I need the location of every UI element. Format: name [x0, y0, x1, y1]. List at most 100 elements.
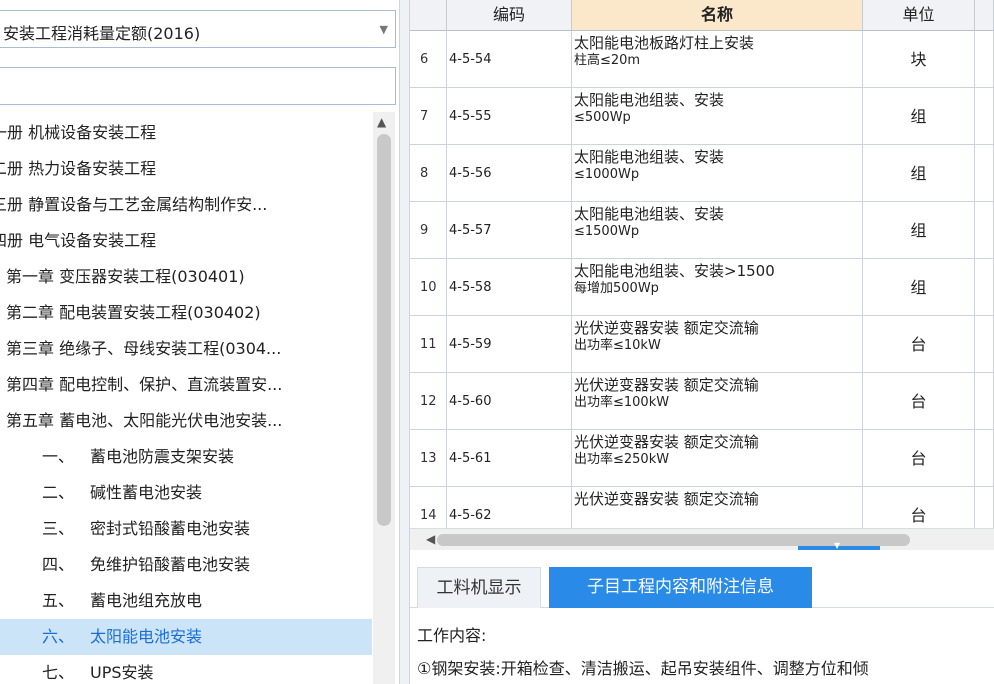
chapter-tree: 一册 机械设备安装工程 二册 热力设备安装工程 三册 静置设备与工艺金属结构制作…	[0, 115, 372, 684]
grid-horizontal-scrollbar[interactable]: ◀ ▼	[410, 528, 994, 551]
name-line-1: 光伏逆变器安装 额定交流输	[574, 433, 759, 451]
table-row[interactable]: 10 4-5-58 太阳能电池组装、安装>1500 每增加500Wp 组	[410, 259, 994, 316]
tree-item-label: 蓄电池组充放电	[90, 591, 203, 610]
tree-item-volume-1[interactable]: 一册 机械设备安装工程	[0, 115, 372, 151]
table-row[interactable]: 6 4-5-54 太阳能电池板路灯柱上安装 柱高≤20m 块	[410, 31, 994, 88]
table-row[interactable]: 12 4-5-60 光伏逆变器安装 额定交流输 出功率≤100kW 台	[410, 373, 994, 430]
cell-extra	[975, 202, 994, 259]
tree-item-number: 一、	[42, 447, 75, 466]
cell-extra	[975, 259, 994, 316]
table-row[interactable]: 13 4-5-61 光伏逆变器安装 额定交流输 出功率≤250kW 台	[410, 430, 994, 487]
tree-item-number: 五、	[42, 591, 75, 610]
cell-unit: 组	[863, 259, 975, 316]
tree-item-section-6-selected[interactable]: 六、 太阳能电池安装	[0, 619, 372, 655]
tree-item-label: 密封式铅酸蓄电池安装	[90, 519, 251, 538]
tree-item-section-2[interactable]: 二、 碱性蓄电池安装	[0, 475, 372, 511]
cell-code: 4-5-55	[447, 88, 572, 145]
cell-extra	[975, 88, 994, 145]
name-line-2: ≤1500Wp	[574, 224, 640, 239]
cell-name: 太阳能电池板路灯柱上安装 柱高≤20m	[572, 31, 863, 88]
header-unit[interactable]: 单位	[863, 0, 975, 31]
name-line-1: 太阳能电池板路灯柱上安装	[574, 34, 755, 52]
tree-item-section-5[interactable]: 五、 蓄电池组充放电	[0, 583, 372, 619]
name-line-1: 光伏逆变器安装 额定交流输	[574, 376, 759, 394]
cell-name: 光伏逆变器安装 额定交流输 出功率≤250kW	[572, 430, 863, 487]
tree-item-chapter-2[interactable]: 第二章 配电装置安装工程(030402)	[0, 295, 372, 331]
tree-item-chapter-1[interactable]: 第一章 变压器安装工程(030401)	[0, 259, 372, 295]
header-code[interactable]: 编码	[447, 0, 572, 31]
chevron-down-icon[interactable]: ▼	[380, 23, 388, 36]
tree-item-label: UPS安装	[90, 663, 154, 682]
work-content-text: ①钢架安装:开箱检查、清洁搬运、起吊安装组件、调整方位和倾	[417, 659, 869, 678]
right-pane: 编码 名称 单位 6 4-5-54 太阳能电池板路灯柱上安装 柱高≤20m 块 7…	[410, 0, 994, 684]
tree-item-chapter-3[interactable]: 第三章 绝缘子、母线安装工程(0304...	[0, 331, 372, 367]
tree-item-section-1[interactable]: 一、 蓄电池防震支架安装	[0, 439, 372, 475]
cell-extra	[975, 487, 994, 528]
tree-item-section-3[interactable]: 三、 密封式铅酸蓄电池安装	[0, 511, 372, 547]
work-content-title: 工作内容:	[417, 626, 487, 645]
cell-unit: 组	[863, 88, 975, 145]
cell-name: 光伏逆变器安装 额定交流输	[572, 487, 863, 528]
header-name[interactable]: 名称	[572, 0, 863, 31]
cell-unit: 组	[863, 145, 975, 202]
table-row[interactable]: 14 4-5-62 光伏逆变器安装 额定交流输 台	[410, 487, 994, 528]
cell-unit: 台	[863, 373, 975, 430]
tree-item-chapter-5[interactable]: 第五章 蓄电池、太阳能光伏电池安装...	[0, 403, 372, 439]
name-line-1: 光伏逆变器安装 额定交流输	[574, 490, 759, 508]
name-line-2: 出功率≤250kW	[574, 452, 670, 467]
quota-library-select[interactable]: 安装工程消耗量定额(2016) ▼	[0, 10, 396, 48]
scroll-up-arrow-icon[interactable]: ▲	[377, 115, 386, 129]
name-line-2: ≤1000Wp	[574, 167, 640, 182]
tree-item-label: 第三章 绝缘子、母线安装工程(0304...	[6, 339, 282, 358]
tree-item-label: 二册 热力设备安装工程	[0, 159, 157, 178]
name-line-2: 每增加500Wp	[574, 281, 659, 296]
row-number: 6	[410, 31, 447, 88]
tree-item-label: 四册 电气设备安装工程	[0, 231, 157, 250]
tree-item-number: 三、	[42, 519, 75, 538]
cell-unit: 组	[863, 202, 975, 259]
cell-unit: 块	[863, 31, 975, 88]
pane-splitter[interactable]	[399, 0, 410, 684]
tree-item-volume-2[interactable]: 二册 热力设备安装工程	[0, 151, 372, 187]
cell-name: 太阳能电池组装、安装 ≤1500Wp	[572, 202, 863, 259]
tree-search-input[interactable]	[0, 67, 396, 105]
table-row[interactable]: 8 4-5-56 太阳能电池组装、安装 ≤1000Wp 组	[410, 145, 994, 202]
row-number: 7	[410, 88, 447, 145]
tree-item-number: 七、	[42, 663, 75, 682]
tab-materials[interactable]: 工料机显示	[417, 567, 541, 608]
cell-unit: 台	[863, 430, 975, 487]
cell-code: 4-5-60	[447, 373, 572, 430]
cell-extra	[975, 316, 994, 373]
table-row[interactable]: 9 4-5-57 太阳能电池组装、安装 ≤1500Wp 组	[410, 202, 994, 259]
tree-item-section-4[interactable]: 四、 免维护铅酸蓄电池安装	[0, 547, 372, 583]
cell-code: 4-5-58	[447, 259, 572, 316]
tree-item-section-7[interactable]: 七、 UPS安装	[0, 655, 372, 684]
name-line-1: 太阳能电池组装、安装	[574, 91, 725, 109]
tree-vertical-scrollbar[interactable]: ▲	[373, 112, 395, 684]
name-line-1: 太阳能电池组装、安装	[574, 205, 725, 223]
tree-item-label: 太阳能电池安装	[90, 627, 203, 646]
table-row[interactable]: 7 4-5-55 太阳能电池组装、安装 ≤500Wp 组	[410, 88, 994, 145]
name-line-2: 柱高≤20m	[574, 53, 641, 68]
row-number: 13	[410, 430, 447, 487]
cell-extra	[975, 145, 994, 202]
row-number: 8	[410, 145, 447, 202]
name-line-1: 太阳能电池组装、安装	[574, 148, 725, 166]
work-content-panel: 工作内容: ①钢架安装:开箱检查、清洁搬运、起吊安装组件、调整方位和倾	[410, 608, 994, 684]
tree-item-number: 二、	[42, 483, 75, 502]
tree-item-label: 三册 静置设备与工艺金属结构制作安...	[0, 195, 268, 214]
name-line-2: ≤500Wp	[574, 110, 631, 125]
tree-item-volume-4[interactable]: 四册 电气设备安装工程	[0, 223, 372, 259]
tree-item-number: 六、	[42, 627, 75, 646]
tree-item-volume-3[interactable]: 三册 静置设备与工艺金属结构制作安...	[0, 187, 372, 223]
row-number: 10	[410, 259, 447, 316]
quota-library-value: 安装工程消耗量定额(2016)	[3, 24, 201, 43]
tree-item-number: 四、	[42, 555, 75, 574]
tab-content-info[interactable]: 子目工程内容和附注信息	[549, 567, 812, 608]
quota-items-grid: 编码 名称 单位 6 4-5-54 太阳能电池板路灯柱上安装 柱高≤20m 块 7…	[410, 0, 994, 528]
scroll-left-arrow-icon[interactable]: ◀	[426, 532, 435, 546]
tree-item-chapter-4[interactable]: 第四章 配电控制、保护、直流装置安...	[0, 367, 372, 403]
cell-code: 4-5-57	[447, 202, 572, 259]
table-row[interactable]: 11 4-5-59 光伏逆变器安装 额定交流输 出功率≤10kW 台	[410, 316, 994, 373]
scrollbar-thumb[interactable]	[377, 134, 391, 526]
